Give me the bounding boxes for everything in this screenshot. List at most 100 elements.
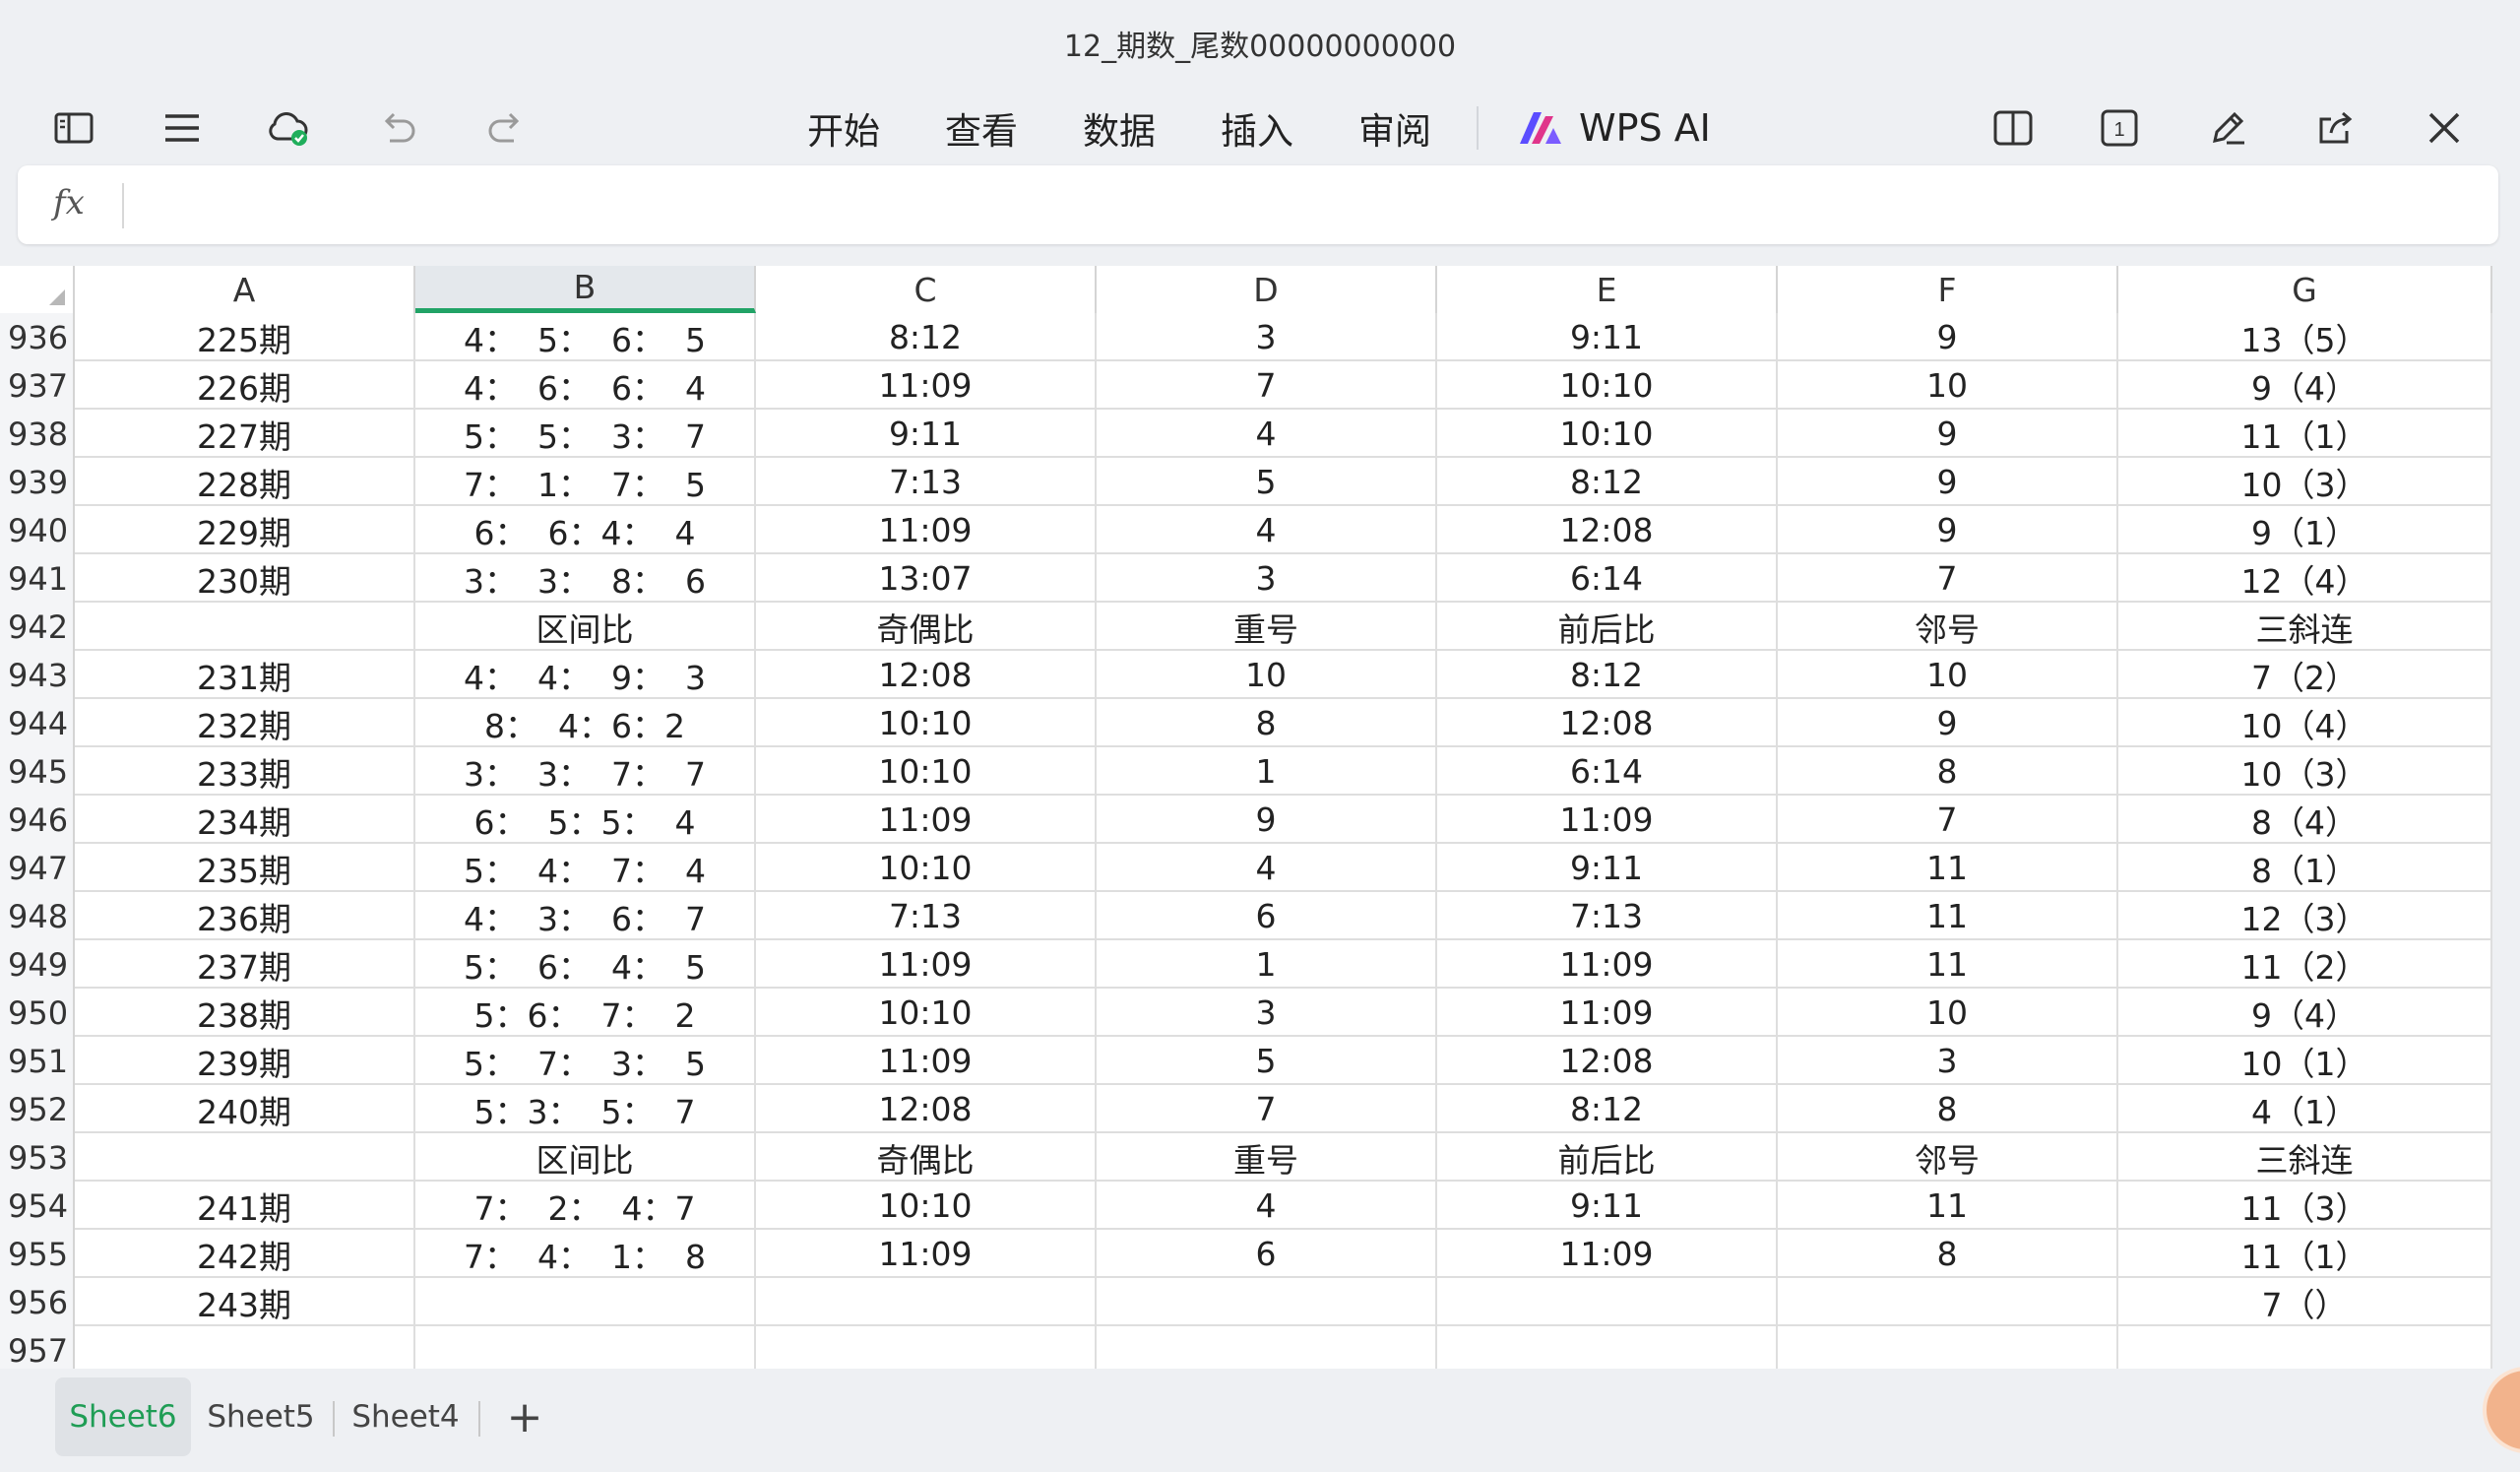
cell-d[interactable]: 4 bbox=[1097, 844, 1437, 892]
cell-g[interactable]: 8（1） bbox=[2118, 844, 2492, 892]
add-sheet-button[interactable]: + bbox=[490, 1377, 559, 1456]
cell-e[interactable]: 11:09 bbox=[1437, 940, 1778, 989]
cell-a[interactable]: 228期 bbox=[75, 458, 415, 506]
cell-g[interactable]: 11（1） bbox=[2118, 1230, 2492, 1278]
cell-d[interactable]: 5 bbox=[1097, 1037, 1437, 1085]
cell-c[interactable]: 12:08 bbox=[756, 651, 1097, 699]
cell-g[interactable] bbox=[2118, 1326, 2492, 1369]
cell-b[interactable]: 3： 3： 8： 6 bbox=[415, 554, 756, 603]
cell-a[interactable]: 231期 bbox=[75, 651, 415, 699]
cell-g[interactable]: 10（3） bbox=[2118, 458, 2492, 506]
cell-e[interactable]: 10:10 bbox=[1437, 410, 1778, 458]
close-button[interactable] bbox=[2410, 89, 2479, 167]
row-number[interactable]: 944 bbox=[0, 699, 75, 747]
cell-b[interactable]: 7： 1： 7： 5 bbox=[415, 458, 756, 506]
cell-c[interactable]: 10:10 bbox=[756, 989, 1097, 1037]
cell-e[interactable]: 8:12 bbox=[1437, 651, 1778, 699]
cell-b[interactable]: 6： 6：4： 4 bbox=[415, 506, 756, 554]
row-number[interactable]: 951 bbox=[0, 1037, 75, 1085]
cell-d[interactable]: 10 bbox=[1097, 651, 1437, 699]
cell-g[interactable]: 12（4） bbox=[2118, 554, 2492, 603]
cell-c[interactable]: 11:09 bbox=[756, 1230, 1097, 1278]
row-number[interactable]: 945 bbox=[0, 747, 75, 796]
cell-d[interactable]: 1 bbox=[1097, 747, 1437, 796]
cell-f[interactable]: 10 bbox=[1778, 651, 2118, 699]
row-number[interactable]: 952 bbox=[0, 1085, 75, 1133]
cell-g[interactable]: 4（1） bbox=[2118, 1085, 2492, 1133]
menu-start[interactable]: 开始 bbox=[807, 89, 880, 167]
cell-f[interactable]: 7 bbox=[1778, 554, 2118, 603]
cell-f[interactable]: 8 bbox=[1778, 1085, 2118, 1133]
row-number[interactable]: 946 bbox=[0, 796, 75, 844]
sheet-tab-sheet6[interactable]: Sheet6 bbox=[55, 1377, 191, 1456]
select-all-corner[interactable] bbox=[0, 266, 75, 313]
cell-d[interactable]: 3 bbox=[1097, 313, 1437, 361]
cell-c[interactable]: 10:10 bbox=[756, 699, 1097, 747]
wps-ai-button[interactable]: WPS AI bbox=[1516, 89, 1711, 167]
cell-g[interactable]: 9（4） bbox=[2118, 989, 2492, 1037]
column-header-b[interactable]: B bbox=[415, 266, 756, 313]
cell-e[interactable] bbox=[1437, 1278, 1778, 1326]
cell-d[interactable]: 3 bbox=[1097, 554, 1437, 603]
page-count-button[interactable]: 1 bbox=[2085, 89, 2154, 167]
cell-a[interactable]: 237期 bbox=[75, 940, 415, 989]
row-number[interactable]: 943 bbox=[0, 651, 75, 699]
cell-b[interactable]: 3： 3： 7： 7 bbox=[415, 747, 756, 796]
cell-c[interactable]: 10:10 bbox=[756, 747, 1097, 796]
cell-a[interactable]: 241期 bbox=[75, 1182, 415, 1230]
cell-a[interactable]: 242期 bbox=[75, 1230, 415, 1278]
cell-e[interactable]: 8:12 bbox=[1437, 458, 1778, 506]
cell-g[interactable]: 11（2） bbox=[2118, 940, 2492, 989]
column-header-a[interactable]: A bbox=[75, 266, 415, 313]
cell-e[interactable]: 9:11 bbox=[1437, 313, 1778, 361]
cell-b[interactable] bbox=[415, 1278, 756, 1326]
cell-c[interactable]: 11:09 bbox=[756, 1037, 1097, 1085]
cell-e[interactable]: 6:14 bbox=[1437, 747, 1778, 796]
cell-a[interactable]: 235期 bbox=[75, 844, 415, 892]
cell-e[interactable] bbox=[1437, 1326, 1778, 1369]
cell-b[interactable]: 7： 4： 1： 8 bbox=[415, 1230, 756, 1278]
row-number[interactable]: 957 bbox=[0, 1326, 75, 1369]
cell-g[interactable]: 三斜连 bbox=[2118, 603, 2492, 651]
cell-a[interactable] bbox=[75, 1133, 415, 1182]
cell-b[interactable]: 4： 6： 6： 4 bbox=[415, 361, 756, 410]
share-button[interactable] bbox=[2301, 89, 2370, 167]
cell-d[interactable]: 1 bbox=[1097, 940, 1437, 989]
cell-a[interactable]: 240期 bbox=[75, 1085, 415, 1133]
cell-f[interactable]: 10 bbox=[1778, 989, 2118, 1037]
cell-b[interactable]: 区间比 bbox=[415, 1133, 756, 1182]
cell-f[interactable]: 11 bbox=[1778, 940, 2118, 989]
row-number[interactable]: 938 bbox=[0, 410, 75, 458]
cell-a[interactable]: 225期 bbox=[75, 313, 415, 361]
cell-e[interactable]: 前后比 bbox=[1437, 1133, 1778, 1182]
cell-a[interactable]: 239期 bbox=[75, 1037, 415, 1085]
cell-g[interactable]: 8（4） bbox=[2118, 796, 2492, 844]
cell-c[interactable] bbox=[756, 1326, 1097, 1369]
row-number[interactable]: 941 bbox=[0, 554, 75, 603]
split-view-button[interactable] bbox=[1979, 89, 2048, 167]
cell-a[interactable]: 243期 bbox=[75, 1278, 415, 1326]
row-number[interactable]: 940 bbox=[0, 506, 75, 554]
cell-g[interactable]: 12（3） bbox=[2118, 892, 2492, 940]
cell-e[interactable]: 前后比 bbox=[1437, 603, 1778, 651]
cell-f[interactable]: 11 bbox=[1778, 844, 2118, 892]
cell-b[interactable]: 8： 4：6：2 bbox=[415, 699, 756, 747]
cell-d[interactable]: 8 bbox=[1097, 699, 1437, 747]
cell-e[interactable]: 10:10 bbox=[1437, 361, 1778, 410]
cell-c[interactable]: 10:10 bbox=[756, 844, 1097, 892]
annotate-button[interactable] bbox=[2193, 89, 2262, 167]
row-number[interactable]: 950 bbox=[0, 989, 75, 1037]
menu-view[interactable]: 查看 bbox=[945, 89, 1018, 167]
cell-d[interactable]: 重号 bbox=[1097, 603, 1437, 651]
cell-f[interactable]: 3 bbox=[1778, 1037, 2118, 1085]
cell-c[interactable]: 奇偶比 bbox=[756, 1133, 1097, 1182]
cell-c[interactable]: 11:09 bbox=[756, 796, 1097, 844]
redo-button[interactable] bbox=[471, 89, 539, 167]
cell-e[interactable]: 12:08 bbox=[1437, 1037, 1778, 1085]
cell-d[interactable]: 4 bbox=[1097, 1182, 1437, 1230]
row-number[interactable]: 953 bbox=[0, 1133, 75, 1182]
cell-e[interactable]: 6:14 bbox=[1437, 554, 1778, 603]
cell-e[interactable]: 11:09 bbox=[1437, 1230, 1778, 1278]
column-header-c[interactable]: C bbox=[756, 266, 1097, 313]
sheet-tab-sheet5[interactable]: Sheet5 bbox=[197, 1377, 325, 1456]
